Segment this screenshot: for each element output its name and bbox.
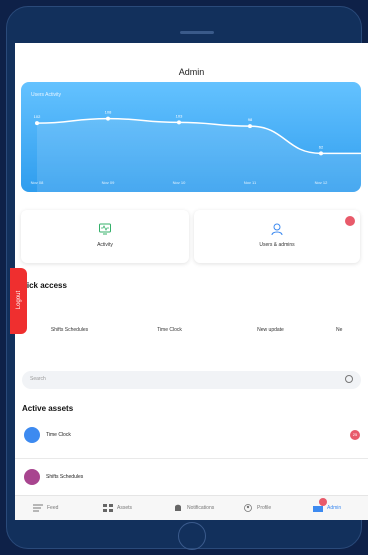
tab-admin[interactable]: Admin bbox=[299, 496, 368, 520]
profile-icon bbox=[244, 504, 252, 512]
chart-point bbox=[106, 116, 110, 121]
chart-point bbox=[177, 120, 181, 125]
quick-access-shifts-schedules[interactable]: Shifts Schedules bbox=[23, 300, 116, 340]
chart-data-label: 108 bbox=[105, 110, 112, 115]
speaker-slot bbox=[180, 31, 214, 34]
tab-label: Admin bbox=[327, 505, 342, 511]
page-title: Admin bbox=[178, 67, 205, 77]
partial-icon bbox=[343, 307, 357, 321]
asset-label: Shifts Schedules bbox=[46, 474, 84, 480]
chart-tick-label: Nov 12 bbox=[315, 180, 328, 185]
clock-icon bbox=[162, 307, 176, 321]
tab-notifications[interactable]: Notifications bbox=[159, 496, 229, 520]
clock-icon bbox=[24, 427, 40, 443]
admin-tab-badge bbox=[319, 498, 327, 506]
chart-tick-label: Nov 11 bbox=[244, 180, 257, 185]
calendar-icon bbox=[24, 469, 40, 485]
chart-area bbox=[37, 118, 361, 192]
tab-label: Feed bbox=[47, 505, 59, 511]
asset-label: Time Clock bbox=[46, 432, 71, 438]
divider bbox=[15, 458, 368, 459]
quick-access-partial-item[interactable]: Ne bbox=[325, 300, 368, 340]
quick-access-label: Ne bbox=[336, 327, 343, 333]
chart-point bbox=[35, 121, 39, 126]
bottom-tab-bar: Feed Assets Notifications Profile Admin bbox=[15, 495, 368, 520]
chart-point bbox=[248, 124, 252, 129]
quick-access-title: uick access bbox=[22, 281, 67, 290]
asset-badge: 25 bbox=[350, 430, 360, 440]
chart-tick-label: Nov 10 bbox=[173, 180, 186, 185]
search-icon[interactable] bbox=[345, 375, 353, 383]
tab-label: Profile bbox=[257, 505, 272, 511]
activity-card-label: Activity bbox=[97, 242, 113, 248]
app-screen: Admin Users Activity 102 Nov 08 108 Nov 09 1… bbox=[15, 43, 368, 520]
chart-data-label: 62 bbox=[319, 144, 324, 149]
users-activity-chart: Users Activity 102 Nov 08 108 Nov 09 103 Nov … bbox=[21, 82, 361, 192]
quick-access-new-update[interactable]: New update bbox=[224, 300, 317, 340]
quick-access-label: Shifts Schedules bbox=[50, 327, 89, 333]
quick-access-label: Time Clock bbox=[157, 327, 182, 333]
quick-access-label: New update bbox=[257, 327, 284, 333]
chart-plot: 102 Nov 08 108 Nov 09 103 Nov 10 98 Nov 11 62 Nov… bbox=[31, 110, 361, 192]
tab-feed[interactable]: Feed bbox=[19, 496, 89, 520]
users-admins-badge bbox=[345, 216, 355, 226]
home-button[interactable] bbox=[178, 522, 206, 550]
grid-icon bbox=[103, 504, 113, 512]
tab-profile[interactable]: Profile bbox=[229, 496, 299, 520]
active-assets-title: Active assets bbox=[22, 404, 74, 413]
users-admins-card-label: Users & admins bbox=[259, 242, 295, 248]
search-input[interactable]: Search bbox=[22, 371, 361, 389]
feed-icon bbox=[33, 504, 43, 512]
asset-row-shifts-schedules[interactable]: Shifts Schedules bbox=[15, 465, 368, 489]
user-icon bbox=[271, 223, 283, 236]
activity-card[interactable]: Activity bbox=[21, 210, 189, 263]
chart-tick-label: Nov 09 bbox=[102, 180, 115, 185]
logout-label: Logout bbox=[16, 290, 22, 310]
monitor-icon bbox=[99, 223, 111, 235]
quick-access-time-clock[interactable]: Time Clock bbox=[123, 300, 216, 340]
chart-data-label: 102 bbox=[34, 114, 41, 119]
tab-assets[interactable]: Assets bbox=[89, 496, 159, 520]
tab-label: Assets bbox=[117, 505, 133, 511]
chart-point bbox=[319, 151, 323, 156]
chart-data-label: 103 bbox=[176, 113, 183, 118]
tab-label: Notifications bbox=[187, 505, 215, 511]
calendar-icon bbox=[62, 307, 76, 321]
bell-icon bbox=[175, 504, 181, 511]
message-icon bbox=[263, 307, 277, 321]
chart-data-label: 98 bbox=[248, 117, 253, 122]
logout-button[interactable]: Logout bbox=[10, 268, 27, 334]
asset-row-time-clock[interactable]: Time Clock 25 bbox=[15, 423, 368, 447]
chart-tick-label: Nov 08 bbox=[31, 180, 44, 185]
search-placeholder: Search bbox=[30, 376, 46, 382]
users-admins-card[interactable]: Users & admins bbox=[194, 210, 360, 263]
